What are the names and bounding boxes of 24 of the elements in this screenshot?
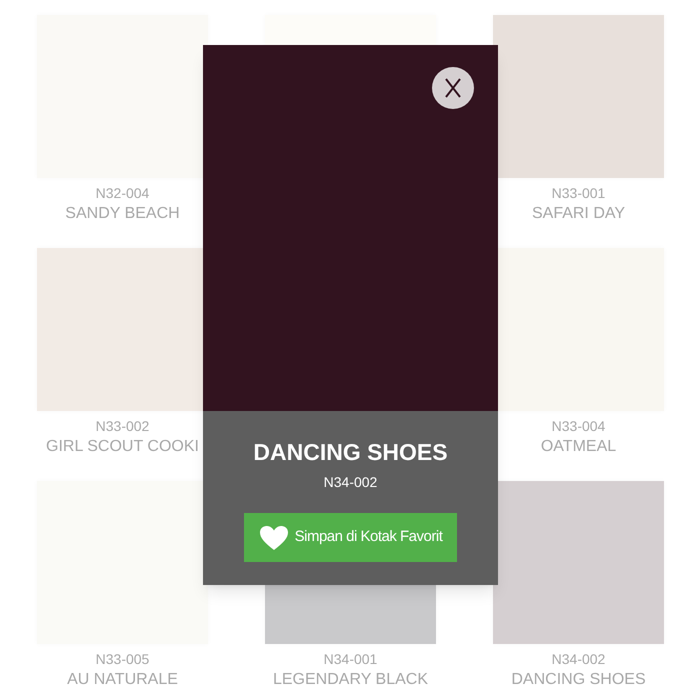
color-code: N34-001 [324, 650, 378, 668]
color-code: N33-002 [96, 417, 150, 435]
color-name: OATMEAL [540, 437, 616, 457]
color-name: GIRL SCOUT COOKI [46, 437, 199, 457]
color-swatch[interactable] [493, 15, 664, 178]
color-swatch[interactable] [493, 481, 664, 644]
color-name: AU NATURALE [67, 670, 178, 690]
color-code: N33-005 [96, 650, 150, 668]
color-code: N33-004 [552, 417, 606, 435]
color-code: N33-001 [552, 184, 606, 202]
color-name: DANCING SHOES [253, 438, 448, 467]
color-name: LEGENDARY BLACK [272, 670, 428, 690]
color-swatch[interactable] [37, 15, 208, 178]
color-name: SAFARI DAY [532, 204, 626, 224]
color-code: N34-002 [324, 473, 378, 491]
color-swatch[interactable] [37, 481, 208, 644]
color-name: SANDY BEACH [65, 204, 180, 224]
color-code: N34-002 [552, 650, 606, 668]
save-favorite-button[interactable]: Simpan di Kotak Favorit [244, 513, 457, 562]
close-button[interactable] [432, 67, 474, 109]
close-icon [444, 78, 462, 98]
color-code: N32-004 [96, 184, 150, 202]
color-name: DANCING SHOES [511, 670, 646, 690]
heart-icon [258, 524, 289, 550]
